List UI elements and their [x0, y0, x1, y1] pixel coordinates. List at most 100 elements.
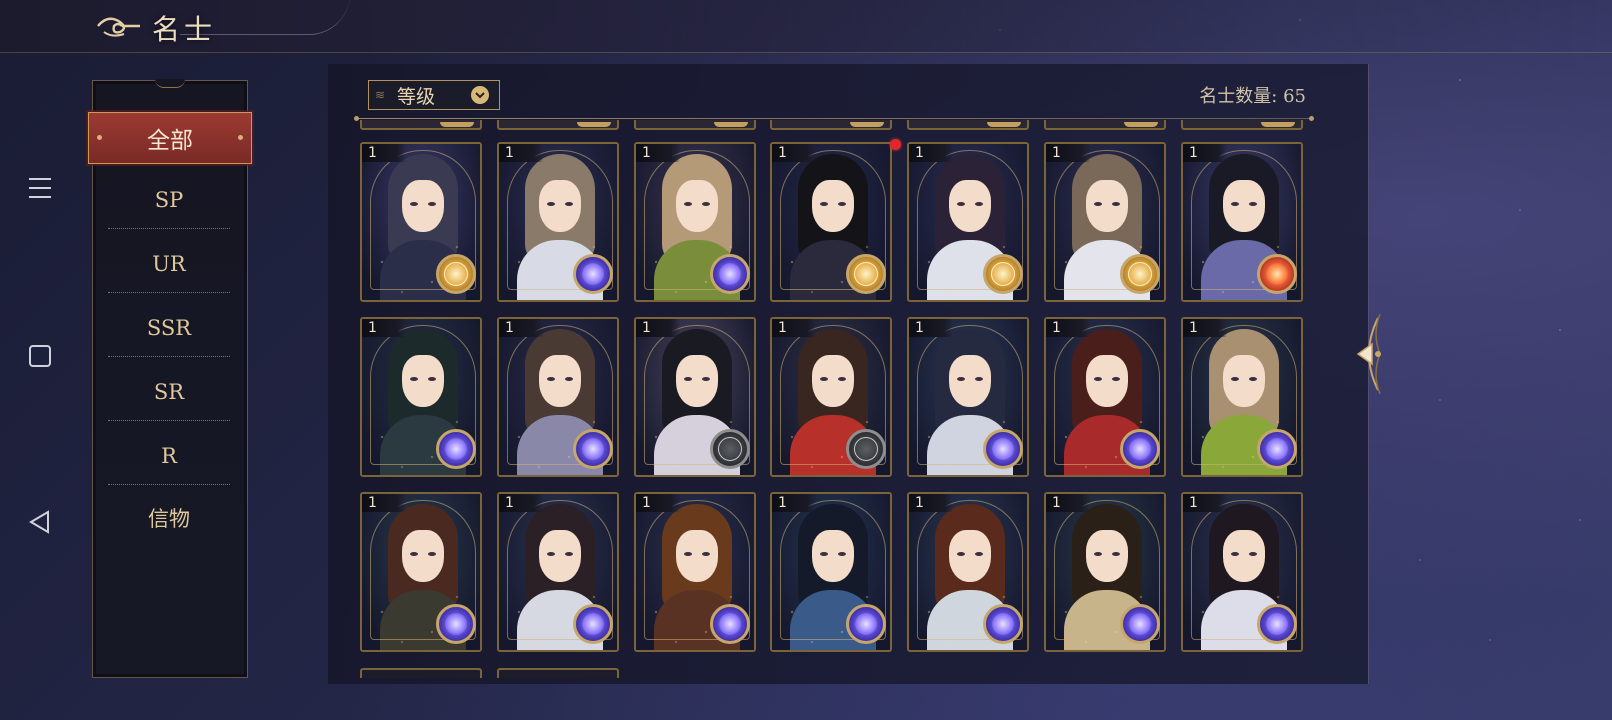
character-card[interactable]: 1 — [907, 142, 1029, 302]
notification-dot — [890, 139, 901, 150]
orb-core — [444, 262, 468, 286]
orb-rim — [1124, 122, 1158, 127]
character-card[interactable]: 1 — [497, 492, 619, 652]
character-card[interactable]: 1 — [1044, 492, 1166, 652]
sort-dropdown[interactable]: ≋ 等级 — [368, 80, 500, 110]
expand-arrow-icon[interactable] — [1350, 314, 1384, 394]
filter-tab-all[interactable]: 全部 — [88, 112, 252, 164]
character-card-partial[interactable] — [634, 120, 756, 130]
character-card[interactable]: 1 — [770, 317, 892, 477]
character-card[interactable]: 1 — [770, 492, 892, 652]
character-card-partial[interactable] — [907, 120, 1029, 130]
character-card[interactable]: 1 — [1044, 142, 1166, 302]
filter-label: SSR — [146, 316, 192, 340]
element-orb-icon — [1257, 429, 1297, 469]
character-card[interactable]: 1 — [1181, 142, 1303, 302]
orb-core — [854, 437, 878, 461]
menu-icon[interactable] — [20, 168, 60, 208]
element-orb-icon — [573, 254, 613, 294]
list-divider — [354, 116, 1314, 121]
filter-label: SR — [153, 380, 185, 404]
filter-tab-ur[interactable]: UR — [108, 236, 230, 293]
card-level: 1 — [772, 319, 816, 337]
card-level: 1 — [636, 319, 680, 337]
filter-tab-sr[interactable]: SR — [108, 364, 230, 421]
character-card[interactable]: 1 — [634, 492, 756, 652]
character-card[interactable]: 1 — [907, 317, 1029, 477]
filter-label: UR — [152, 252, 186, 276]
page-title: 名士 — [152, 13, 217, 46]
orb-rim — [714, 122, 748, 127]
card-level: 1 — [636, 494, 680, 512]
character-card[interactable]: 1 — [497, 142, 619, 302]
character-card-partial[interactable] — [770, 120, 892, 130]
orb-core — [992, 613, 1014, 635]
character-card[interactable]: 1 — [1181, 492, 1303, 652]
card-level: 1 — [909, 144, 953, 162]
character-card-partial[interactable] — [1181, 120, 1303, 130]
card-level: 1 — [499, 144, 543, 162]
element-orb-icon — [1120, 254, 1160, 294]
element-orb-icon — [1257, 604, 1297, 644]
orb-rim — [1261, 122, 1295, 127]
element-orb-icon — [710, 254, 750, 294]
filter-label: R — [161, 444, 177, 468]
character-card[interactable]: 1 — [1181, 317, 1303, 477]
character-card[interactable]: 1 — [770, 142, 892, 302]
element-orb-icon — [983, 254, 1023, 294]
element-orb-icon — [846, 429, 886, 469]
filter-label: SP — [154, 188, 184, 212]
character-card-partial[interactable] — [497, 668, 619, 678]
triangle-back-icon[interactable] — [20, 502, 60, 542]
orb-core — [719, 263, 741, 285]
card-level: 1 — [772, 494, 816, 512]
chevron-down-icon[interactable] — [471, 86, 489, 104]
character-card-partial[interactable] — [1044, 120, 1166, 130]
character-card-partial[interactable] — [360, 120, 482, 130]
orb-core — [854, 262, 878, 286]
orb-core — [1266, 613, 1288, 635]
filter-tab-r[interactable]: R — [108, 428, 230, 485]
filter-tab-ssr[interactable]: SSR — [108, 300, 230, 357]
card-level: 1 — [499, 494, 543, 512]
element-orb-icon — [1257, 254, 1297, 294]
square-home-icon[interactable] — [20, 336, 60, 376]
card-level: 1 — [362, 494, 406, 512]
character-card[interactable]: 1 — [360, 492, 482, 652]
card-level: 1 — [636, 144, 680, 162]
orb-core — [1266, 263, 1288, 285]
character-card[interactable]: 1 — [634, 142, 756, 302]
filter-label: 信物 — [148, 507, 190, 531]
card-level: 1 — [362, 144, 406, 162]
element-orb-icon — [1120, 429, 1160, 469]
character-count-text: 名士数量: 65 — [1199, 86, 1306, 107]
orb-core — [1128, 262, 1152, 286]
filter-tab-token[interactable]: 信物 — [108, 490, 230, 546]
character-card[interactable]: 1 — [907, 492, 1029, 652]
orb-core — [582, 613, 604, 635]
filter-tab-sp[interactable]: SP — [108, 172, 230, 229]
orb-core — [1266, 438, 1288, 460]
cloud-swirl-icon[interactable] — [94, 12, 144, 40]
orb-core — [855, 613, 877, 635]
decor-dot — [238, 135, 243, 140]
character-count: 名士数量: 65 — [1150, 82, 1306, 108]
orb-core — [1129, 438, 1151, 460]
character-card[interactable]: 1 — [497, 317, 619, 477]
character-card-partial[interactable] — [360, 668, 482, 678]
card-level: 1 — [1046, 144, 1090, 162]
card-level: 1 — [909, 494, 953, 512]
top-bar: 名士 — [0, 0, 1612, 53]
character-card[interactable]: 1 — [634, 317, 756, 477]
element-orb-icon — [983, 429, 1023, 469]
character-card-partial[interactable] — [497, 120, 619, 130]
orb-rim — [577, 122, 611, 127]
element-orb-icon — [710, 604, 750, 644]
element-orb-icon — [436, 429, 476, 469]
character-card[interactable]: 1 — [1044, 317, 1166, 477]
orb-core — [582, 438, 604, 460]
orb-core — [445, 438, 467, 460]
character-card[interactable]: 1 — [360, 142, 482, 302]
game-screen: 名士 全部 SP UR SSR SR R 信物 ≋ 等级 名士数量: 65 1 1… — [0, 0, 1612, 720]
character-card[interactable]: 1 — [360, 317, 482, 477]
